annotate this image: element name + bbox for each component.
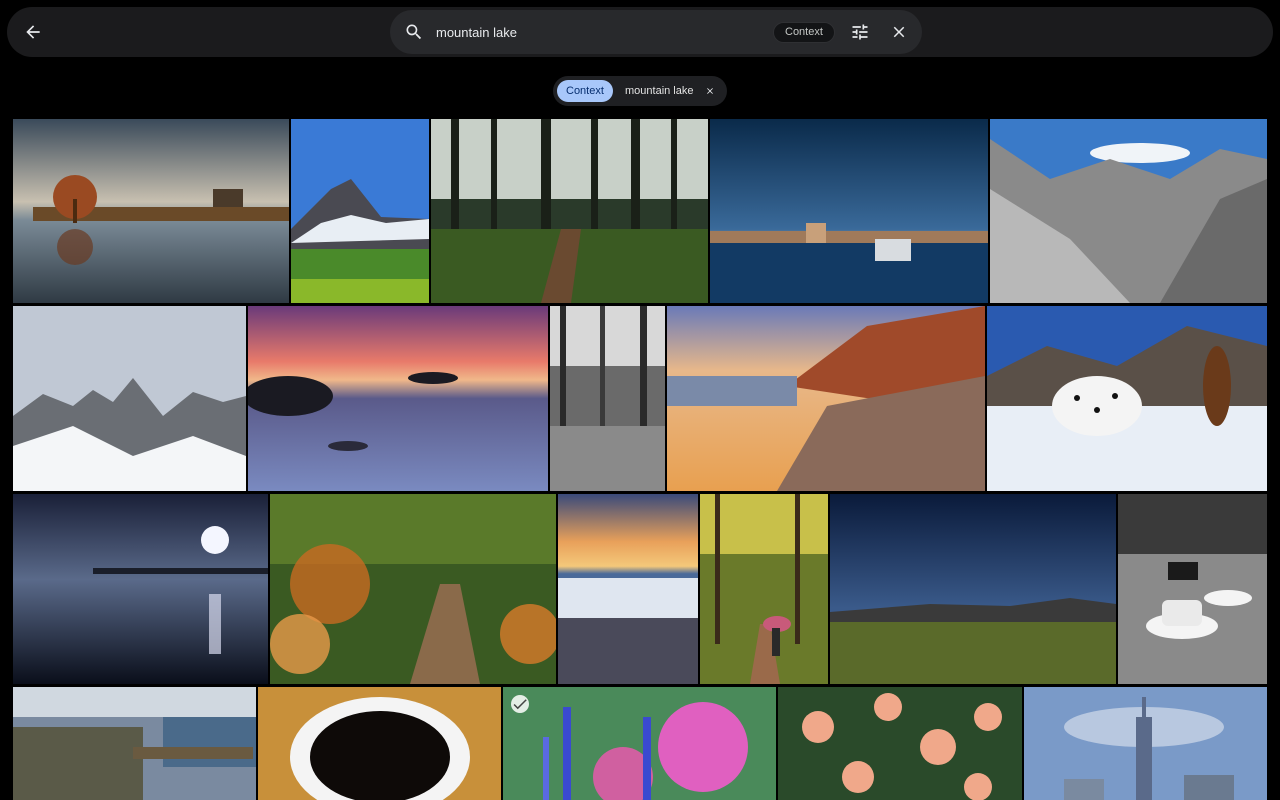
photo-tile[interactable] (13, 687, 256, 800)
photo-tile[interactable] (667, 306, 985, 491)
photo-tile[interactable] (503, 687, 776, 800)
photo-grid (0, 0, 1280, 800)
photo-tile[interactable] (710, 119, 988, 303)
photo-tile[interactable] (1024, 687, 1267, 800)
photo-tile[interactable] (270, 494, 556, 684)
photo-tile[interactable] (13, 119, 289, 303)
photo-tile[interactable] (700, 494, 828, 684)
photo-tile[interactable] (558, 494, 698, 684)
photo-tile[interactable] (291, 119, 429, 303)
photo-tile[interactable] (13, 494, 268, 684)
photo-tile[interactable] (987, 306, 1267, 491)
photo-tile[interactable] (248, 306, 548, 491)
photo-tile[interactable] (778, 687, 1022, 800)
photo-tile[interactable] (258, 687, 501, 800)
photo-tile[interactable] (1118, 494, 1267, 684)
photo-tile[interactable] (13, 306, 246, 491)
photo-tile[interactable] (830, 494, 1116, 684)
photo-tile[interactable] (990, 119, 1267, 303)
photo-tile[interactable] (431, 119, 708, 303)
photo-tile[interactable] (550, 306, 665, 491)
selected-check-icon (511, 695, 529, 713)
